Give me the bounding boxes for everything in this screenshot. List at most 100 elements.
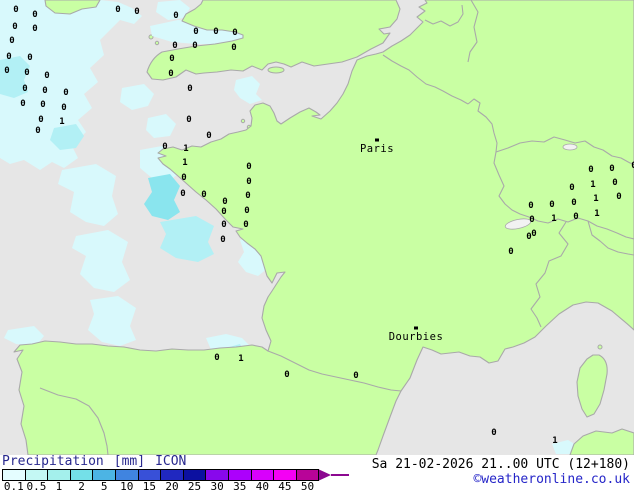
precip-value-marker: 0 xyxy=(508,247,513,257)
precip-value-marker: 0 xyxy=(169,54,174,64)
precip-value-marker: 0 xyxy=(243,220,248,230)
precip-value-marker: 0 xyxy=(162,142,167,152)
precip-value-marker: 0 xyxy=(12,22,17,32)
city-label: Paris xyxy=(360,143,394,155)
precip-value-marker: 0 xyxy=(201,190,206,200)
precip-value-marker: 0 xyxy=(588,165,593,175)
legend-title-model: ICON xyxy=(155,454,187,469)
scilly-islet xyxy=(154,40,160,46)
legend-tick-label: 45 xyxy=(278,480,292,490)
precip-value-marker: 0 xyxy=(24,68,29,78)
precip-value-marker: 0 xyxy=(246,162,251,172)
legend-color-cell: 0.5 xyxy=(24,469,49,490)
precip-value-marker: 0 xyxy=(353,371,358,381)
legend-scale-block: Precipitation [mm] ICON 0.1 0.5 1 2 5 10 15 20 25 3… xyxy=(2,454,350,490)
city-dot xyxy=(414,326,418,330)
precip-value-marker: 0 xyxy=(531,229,536,239)
precip-value-marker: 0 xyxy=(172,41,177,51)
legend-tick-label: 15 xyxy=(142,480,156,490)
legend-tick-label: 35 xyxy=(233,480,247,490)
legend-tick-label: 50 xyxy=(300,480,315,490)
map-viewport[interactable]: 0 0 0 0 0 0 0 0 0 0 0 0 0 0 0 0 0 1 0 0 0 0 0 0 0 0 0 0 0 0 0 0 0 0 1 1 0 0 0 0… xyxy=(0,0,634,455)
copyright-link[interactable]: ©weatheronline.co.uk xyxy=(372,472,630,487)
lake-constance xyxy=(562,143,578,151)
precip-value-marker: 0 xyxy=(13,5,18,15)
forecast-timestamp: Sa 21-02-2026 21..00 UTC (12+180) xyxy=(371,457,630,472)
precip-value-marker: 0 xyxy=(612,178,617,188)
precip-value-marker: 0 xyxy=(42,86,47,96)
precip-value-marker: 0 xyxy=(221,220,226,230)
precip-value-marker: 0 xyxy=(22,84,27,94)
precip-value-marker: 0 xyxy=(6,52,11,62)
legend-title-unit: [mm] xyxy=(113,454,146,469)
colorbar-row: 0.1 0.5 1 2 5 10 15 20 25 30 35 40 45 50 xyxy=(2,469,350,490)
precip-value-marker: 1 xyxy=(238,354,243,364)
precip-value-marker: 0 xyxy=(173,11,178,21)
precip-value-marker: 1 xyxy=(59,117,64,127)
precip-value-marker: 0 xyxy=(214,353,219,363)
precip-value-marker: 1 xyxy=(594,209,599,219)
precip-value-marker: 0 xyxy=(38,115,43,125)
precip-value-marker: 0 xyxy=(245,191,250,201)
precip-value-marker: 1 xyxy=(552,436,557,446)
legend-color-cell: 20 xyxy=(160,469,184,490)
precip-value-marker: 0 xyxy=(186,115,191,125)
channel-islet xyxy=(240,118,246,124)
legend-color-cell: 25 xyxy=(182,469,207,490)
legend-tick-label: 20 xyxy=(165,480,179,490)
precip-value-marker: 0 xyxy=(206,131,211,141)
precip-value-marker: 1 xyxy=(551,214,556,224)
precip-value-marker: 0 xyxy=(27,53,32,63)
legend-tick-label: 0.5 xyxy=(26,480,47,490)
precip-value-marker: 0 xyxy=(529,215,534,225)
precip-value-marker: 0 xyxy=(192,41,197,51)
precipitation-map[interactable]: 0 0 0 0 0 0 0 0 0 0 0 0 0 0 0 0 0 1 0 0 0 0 0 0 0 0 0 0 0 0 0 0 0 0 1 1 0 0 0 0… xyxy=(0,0,634,455)
legend-color-cell: 2 xyxy=(69,469,94,490)
legend-tick-label: 0.1 xyxy=(3,480,24,490)
precip-value-marker: 0 xyxy=(549,200,554,210)
precip-value-marker: 0 xyxy=(616,192,621,202)
precip-value-marker: 0 xyxy=(168,69,173,79)
precip-value-marker: 0 xyxy=(221,207,226,217)
precip-value-marker: 0 xyxy=(528,201,533,211)
precip-value-marker: 0 xyxy=(491,428,496,438)
precip-value-marker: 0 xyxy=(134,7,139,17)
legend-color-cell: 10 xyxy=(114,469,139,490)
precip-value-marker: 0 xyxy=(20,99,25,109)
precip-value-marker: 0 xyxy=(232,28,237,38)
colorbar-overflow-tail xyxy=(331,474,350,476)
legend-tick-label: 40 xyxy=(255,480,269,490)
colorbar: 0.1 0.5 1 2 5 10 15 20 25 30 35 40 45 50 xyxy=(2,469,320,490)
legend-tick-label: 5 xyxy=(100,480,108,490)
precip-value-marker: 0 xyxy=(35,126,40,136)
precip-value-marker: 0 xyxy=(44,71,49,81)
precip-value-marker: 0 xyxy=(180,189,185,199)
precip-value-marker: 1 xyxy=(593,194,598,204)
precip-value-marker: 0 xyxy=(246,177,251,187)
precip-value-marker: 0 xyxy=(609,164,614,174)
legend-color-cell: 5 xyxy=(92,469,116,490)
precip-value-marker: 0 xyxy=(193,27,198,37)
precip-value-marker: 0 xyxy=(32,10,37,20)
precip-value-marker: 0 xyxy=(32,24,37,34)
weather-map-page: 0000000000000000010000000000000000110000… xyxy=(0,0,634,490)
precip-value-marker: 0 xyxy=(4,66,9,76)
legend-title-quantity: Precipitation xyxy=(2,454,104,469)
legend-color-cell: 30 xyxy=(205,469,229,490)
precip-value-marker: 0 xyxy=(40,100,45,110)
precip-value-marker: 0 xyxy=(571,198,576,208)
precip-value-marker: 0 xyxy=(284,370,289,380)
legend-color-cell: 35 xyxy=(227,469,252,490)
legend-tick-label: 10 xyxy=(120,480,134,490)
legend-color-cell: 15 xyxy=(137,469,162,490)
legend-info-block: Sa 21-02-2026 21..00 UTC (12+180) ©weath… xyxy=(372,457,630,487)
precip-value-marker: 1 xyxy=(182,158,187,168)
precip-value-marker: 0 xyxy=(63,88,68,98)
precip-value-marker: 0 xyxy=(569,183,574,193)
precip-value-marker: 0 xyxy=(213,27,218,37)
precip-value-marker: 1 xyxy=(183,144,188,154)
capraia-islet xyxy=(597,344,603,350)
city-label: Dourbies xyxy=(389,331,444,343)
legend-color-cell: 40 xyxy=(250,469,275,490)
legend-tick-label: 2 xyxy=(78,480,85,490)
